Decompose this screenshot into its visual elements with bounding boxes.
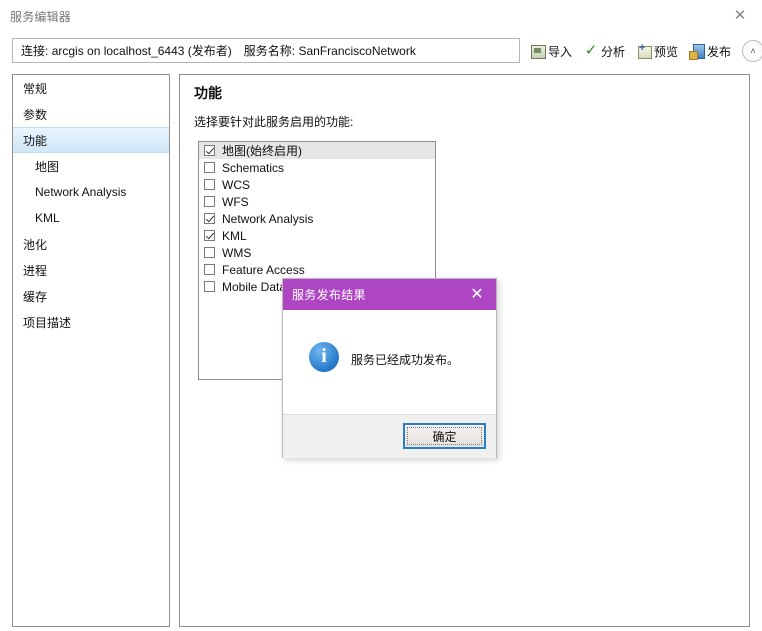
capability-label: Network Analysis <box>222 211 314 226</box>
sidebar-item-label: 常规 <box>23 81 48 96</box>
ok-button[interactable]: 确定 <box>403 423 486 449</box>
capability-label: Mobile Data <box>222 279 287 294</box>
content-description: 选择要针对此服务启用的功能: <box>194 115 354 129</box>
sidebar-item[interactable]: Network Analysis <box>13 179 169 205</box>
sidebar-item[interactable]: 地图 <box>13 153 169 179</box>
toolbar-buttons: 导入 ✓ 分析 预览 发布 ˄ <box>528 38 762 64</box>
info-icon: i <box>309 342 339 372</box>
window-titlebar: 服务编辑器 ✕ <box>0 0 762 31</box>
sidebar-item-label: Network Analysis <box>35 185 127 199</box>
checkbox-checked-icon[interactable] <box>204 145 215 156</box>
capability-label: WFS <box>222 194 249 209</box>
capability-row[interactable]: WMS <box>199 244 435 261</box>
sidebar-item-label: 地图 <box>35 159 60 174</box>
import-button[interactable]: 导入 <box>528 42 574 61</box>
sidebar-item[interactable]: 池化 <box>13 231 169 257</box>
capability-row[interactable]: WFS <box>199 193 435 210</box>
dialog-title: 服务发布结果 <box>292 288 366 302</box>
service-name-label: 服务名称: <box>243 44 296 58</box>
page-title: 功能 <box>194 85 222 101</box>
capability-label: Feature Access <box>222 262 305 277</box>
dialog-titlebar: 服务发布结果 ✕ <box>283 279 496 310</box>
sidebar-item-label: KML <box>35 211 60 225</box>
close-icon[interactable]: ✕ <box>462 279 492 310</box>
sidebar-item-label: 池化 <box>23 237 48 252</box>
sidebar-item[interactable]: 功能 <box>13 127 169 153</box>
checkbox-icon[interactable] <box>204 196 215 207</box>
connection-bar[interactable]: 连接: arcgis on localhost_6443 (发布者) 服务名称: … <box>12 38 520 63</box>
import-button-label: 导入 <box>548 44 573 59</box>
sidebar-item[interactable]: 项目描述 <box>13 309 169 335</box>
capability-row[interactable]: Feature Access <box>199 261 435 278</box>
close-icon[interactable]: ✕ <box>726 3 754 27</box>
checkbox-icon[interactable] <box>204 247 215 258</box>
sidebar-item[interactable]: 常规 <box>13 75 169 101</box>
preview-icon <box>636 42 653 59</box>
capability-label: KML <box>222 228 247 243</box>
capability-row[interactable]: KML <box>199 227 435 244</box>
publish-button[interactable]: 发布 <box>687 42 733 61</box>
sidebar-item[interactable]: 缓存 <box>13 283 169 309</box>
preview-button[interactable]: 预览 <box>634 42 680 61</box>
checkbox-icon[interactable] <box>204 162 215 173</box>
sidebar-item-label: 项目描述 <box>23 315 72 330</box>
analyze-button-label: 分析 <box>601 44 626 59</box>
sidebar-item-label: 进程 <box>23 263 48 278</box>
capability-row[interactable]: 地图(始终启用) <box>199 142 435 159</box>
publish-icon <box>689 43 706 60</box>
checkbox-icon[interactable] <box>204 264 215 275</box>
sidebar-item-label: 功能 <box>23 133 48 148</box>
checkbox-checked-icon[interactable] <box>204 230 215 241</box>
connection-value: arcgis on localhost_6443 (发布者) <box>51 44 232 58</box>
checkbox-checked-icon[interactable] <box>204 213 215 224</box>
dialog-message: 服务已经成功发布。 <box>351 353 460 367</box>
sidebar-item-label: 缓存 <box>23 289 48 304</box>
capability-label: 地图(始终启用) <box>222 144 302 158</box>
capability-row[interactable]: Network Analysis <box>199 210 435 227</box>
dialog-body: i 服务已经成功发布。 <box>283 310 496 415</box>
dialog-footer: 确定 <box>283 415 496 458</box>
sidebar-item[interactable]: 参数 <box>13 101 169 127</box>
checkbox-icon[interactable] <box>204 281 215 292</box>
sidebar-item[interactable]: 进程 <box>13 257 169 283</box>
import-icon <box>530 43 546 59</box>
connection-label: 连接: <box>21 44 49 58</box>
capability-row[interactable]: WCS <box>199 176 435 193</box>
checkmark-icon: ✓ <box>584 42 598 59</box>
checkbox-icon[interactable] <box>204 179 215 190</box>
analyze-button[interactable]: ✓ 分析 <box>581 42 627 61</box>
chevron-up-icon[interactable]: ˄ <box>742 40 762 62</box>
sidebar: 常规参数功能地图 Network Analysis KML 池化进程缓存项目描述 <box>12 74 170 627</box>
publish-button-label: 发布 <box>707 44 732 59</box>
publish-result-dialog: 服务发布结果 ✕ i 服务已经成功发布。 确定 <box>282 278 497 458</box>
capability-row[interactable]: Schematics <box>199 159 435 176</box>
window-title: 服务编辑器 <box>10 10 72 24</box>
capability-label: WMS <box>222 245 252 260</box>
capability-label: WCS <box>222 177 250 192</box>
toolbar: 连接: arcgis on localhost_6443 (发布者) 服务名称: … <box>0 30 762 70</box>
preview-button-label: 预览 <box>654 44 679 59</box>
info-icon-glyph: i <box>321 345 327 367</box>
service-name-value: SanFranciscoNetwork <box>298 43 416 58</box>
sidebar-item[interactable]: KML <box>13 205 169 231</box>
sidebar-item-label: 参数 <box>23 107 48 122</box>
capability-label: Schematics <box>222 160 285 175</box>
